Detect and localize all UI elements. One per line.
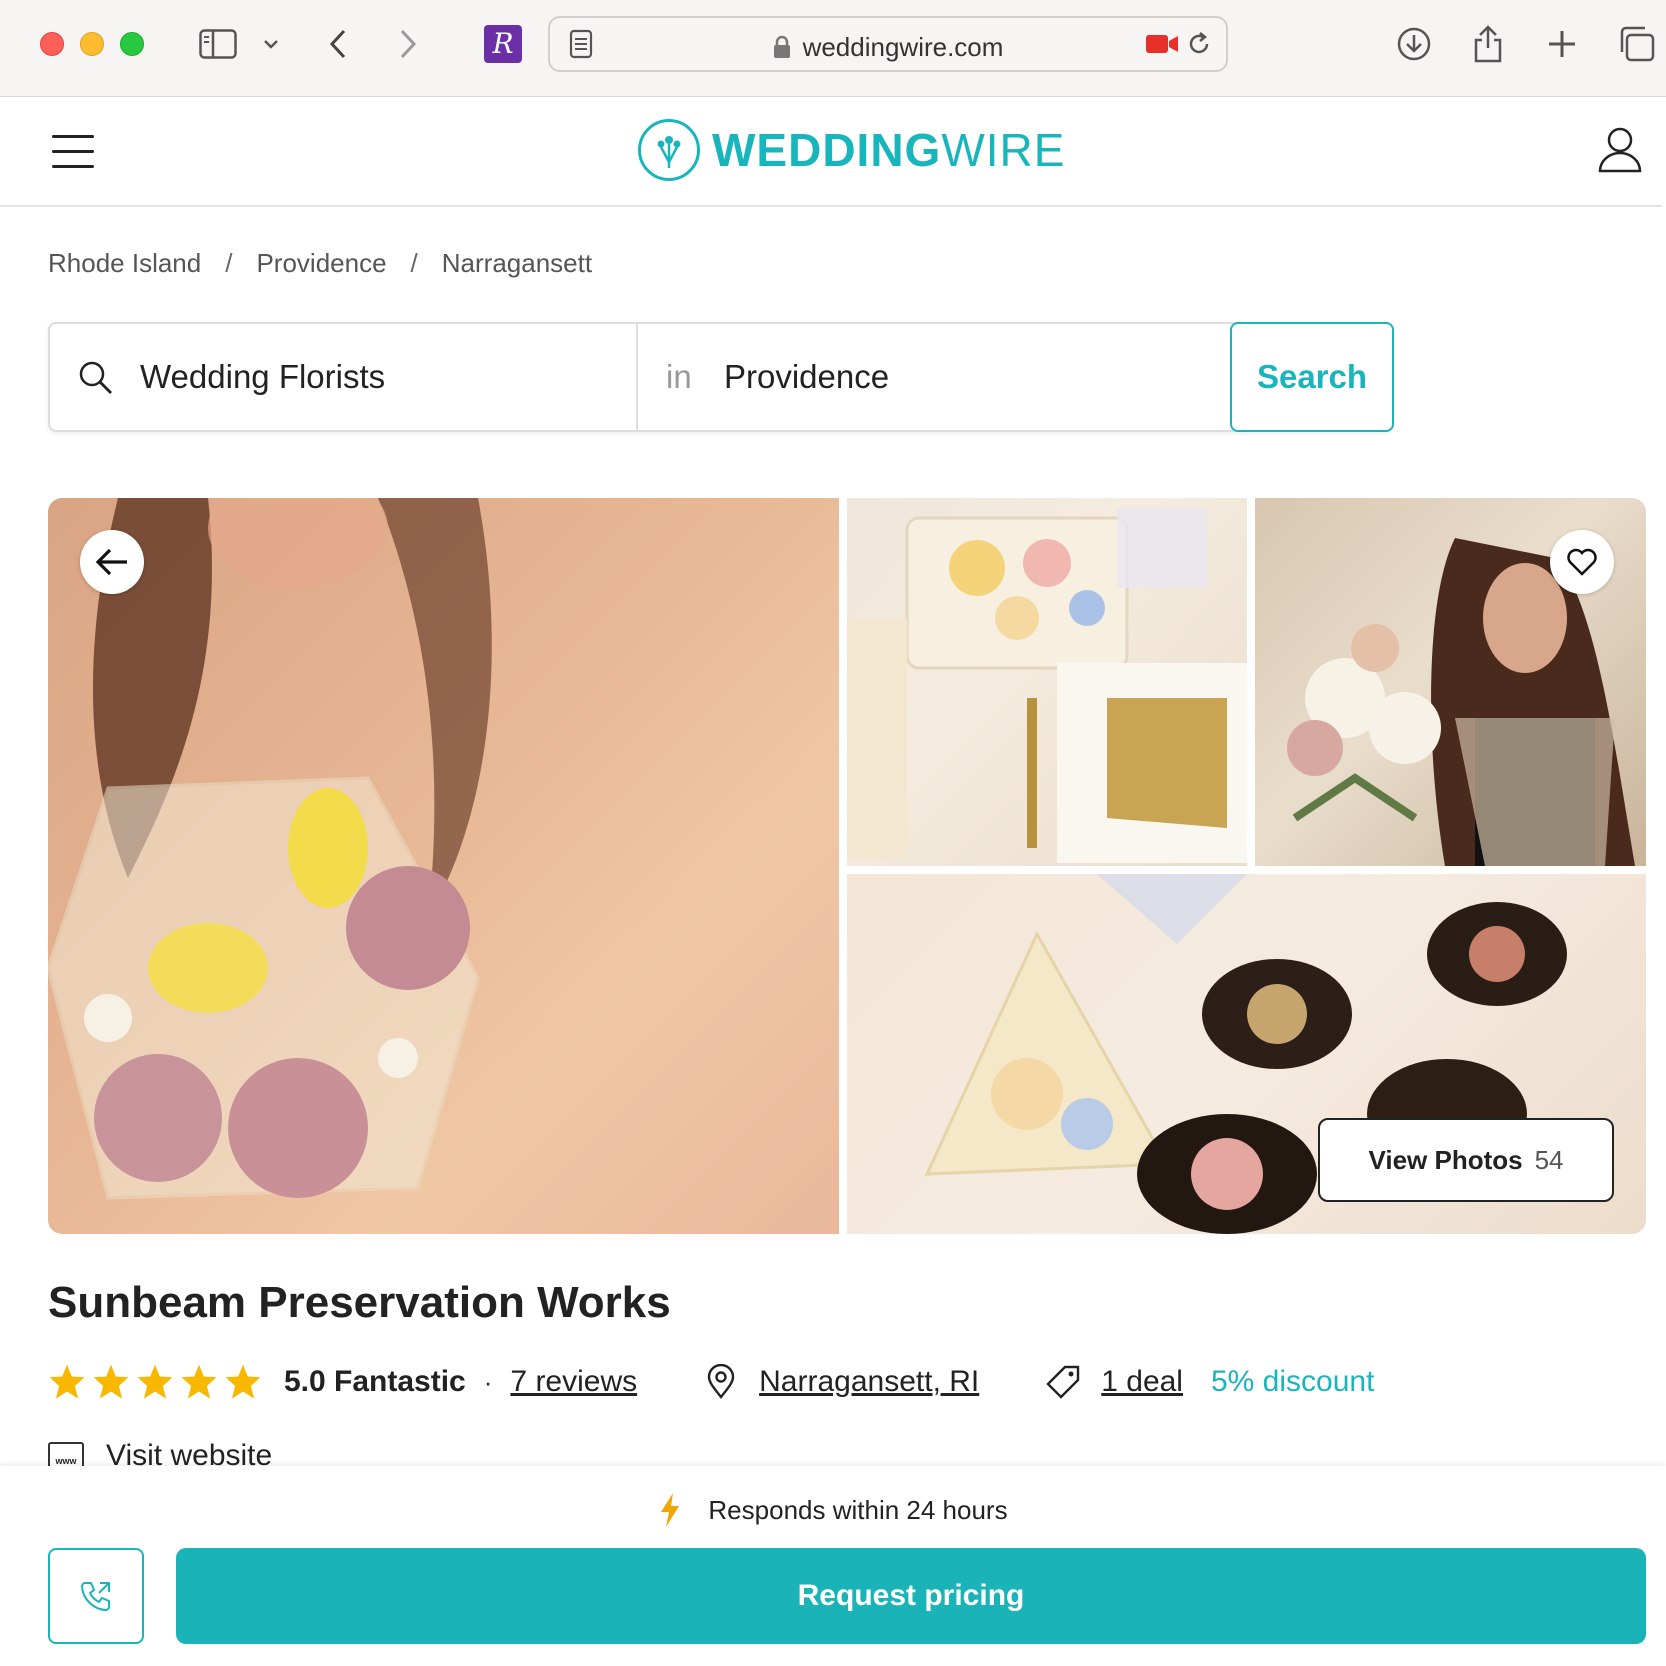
view-photos-button[interactable]: View Photos 54 <box>1318 1118 1614 1202</box>
phone-icon <box>80 1582 110 1612</box>
back-arrow-button[interactable] <box>80 530 144 594</box>
address-bar[interactable]: weddingwire.com <box>548 16 1228 72</box>
breadcrumb-town[interactable]: Narragansett <box>442 248 592 279</box>
logo-wordmark-light: WIRE <box>941 124 1066 176</box>
view-photos-label: View Photos <box>1368 1144 1523 1175</box>
weddingwire-logo[interactable]: WEDDINGWIRE <box>638 115 1065 185</box>
contact-bar: Responds within 24 hours Request pricing <box>0 1466 1666 1666</box>
location-input[interactable]: Providence <box>724 358 889 396</box>
call-button[interactable] <box>48 1548 144 1644</box>
sidebar-toggle-icon[interactable] <box>196 24 240 64</box>
reload-icon[interactable] <box>1184 24 1214 64</box>
search-button[interactable]: Search <box>1230 322 1394 432</box>
photo-gallery: View Photos 54 <box>48 498 1646 1234</box>
user-account-icon[interactable] <box>1596 125 1644 173</box>
breadcrumb: Rhode Island / Providence / Narragansett <box>48 248 593 279</box>
reviews-link[interactable]: 7 reviews <box>510 1365 637 1399</box>
tab-overview-icon[interactable] <box>1614 24 1658 64</box>
star-icon <box>49 1364 85 1399</box>
forward-icon[interactable] <box>390 24 426 64</box>
close-window-button[interactable] <box>40 32 64 56</box>
star-rating <box>48 1363 268 1401</box>
menu-icon[interactable] <box>52 135 94 169</box>
in-label: in <box>666 358 692 395</box>
main-photo[interactable] <box>48 498 839 1234</box>
zoom-window-button[interactable] <box>120 32 144 56</box>
category-input[interactable]: Wedding Florists <box>140 358 385 396</box>
url-text: weddingwire.com <box>802 32 1004 62</box>
star-icon <box>181 1364 217 1399</box>
lock-icon <box>773 35 791 66</box>
chevron-down-icon[interactable] <box>258 24 284 64</box>
vendor-meta-row: 5.0 Fantastic · 7 reviews Narragansett, … <box>48 1362 1374 1402</box>
site-header: WEDDINGWIRE <box>0 97 1662 207</box>
photo-count: 54 <box>1534 1144 1564 1175</box>
response-time: Responds within 24 hours <box>0 1492 1666 1528</box>
share-icon[interactable] <box>1468 24 1508 64</box>
minimize-window-button[interactable] <box>80 32 104 56</box>
downloads-icon[interactable] <box>1394 24 1434 64</box>
star-icon <box>225 1364 261 1399</box>
bouquet-icon <box>638 119 700 181</box>
back-icon[interactable] <box>320 24 356 64</box>
logo-wordmark-bold: WEDDING <box>712 124 942 176</box>
gallery-photo-trays[interactable] <box>847 498 1247 866</box>
response-time-text: Responds within 24 hours <box>708 1494 1008 1525</box>
star-icon <box>93 1364 129 1399</box>
location-link[interactable]: Narragansett, RI <box>759 1365 979 1399</box>
extension-icon[interactable]: R <box>484 25 522 63</box>
category-field[interactable]: Wedding Florists <box>50 324 638 430</box>
browser-toolbar: R weddingwire.com <box>0 0 1666 97</box>
favorite-heart-button[interactable] <box>1550 530 1614 594</box>
vendor-name: Sunbeam Preservation Works <box>48 1278 671 1327</box>
star-icon <box>137 1364 173 1399</box>
price-tag-icon <box>1046 1365 1080 1399</box>
request-pricing-button[interactable]: Request pricing <box>176 1548 1646 1644</box>
rating-text: 5.0 Fantastic <box>284 1365 466 1398</box>
new-tab-icon[interactable] <box>1542 24 1582 64</box>
breadcrumb-city[interactable]: Providence <box>256 248 386 279</box>
location-pin-icon <box>707 1364 735 1399</box>
deal-link[interactable]: 1 deal <box>1101 1365 1183 1399</box>
camera-recording-icon[interactable] <box>1144 24 1180 64</box>
gallery-photo-florist[interactable] <box>1255 498 1646 866</box>
discount-label: 5% discount <box>1210 1365 1375 1398</box>
search-form: Wedding Florists in Providence Search <box>48 322 1394 432</box>
breadcrumb-state[interactable]: Rhode Island <box>48 248 201 279</box>
lightning-icon <box>661 1493 680 1527</box>
search-icon <box>78 360 114 396</box>
